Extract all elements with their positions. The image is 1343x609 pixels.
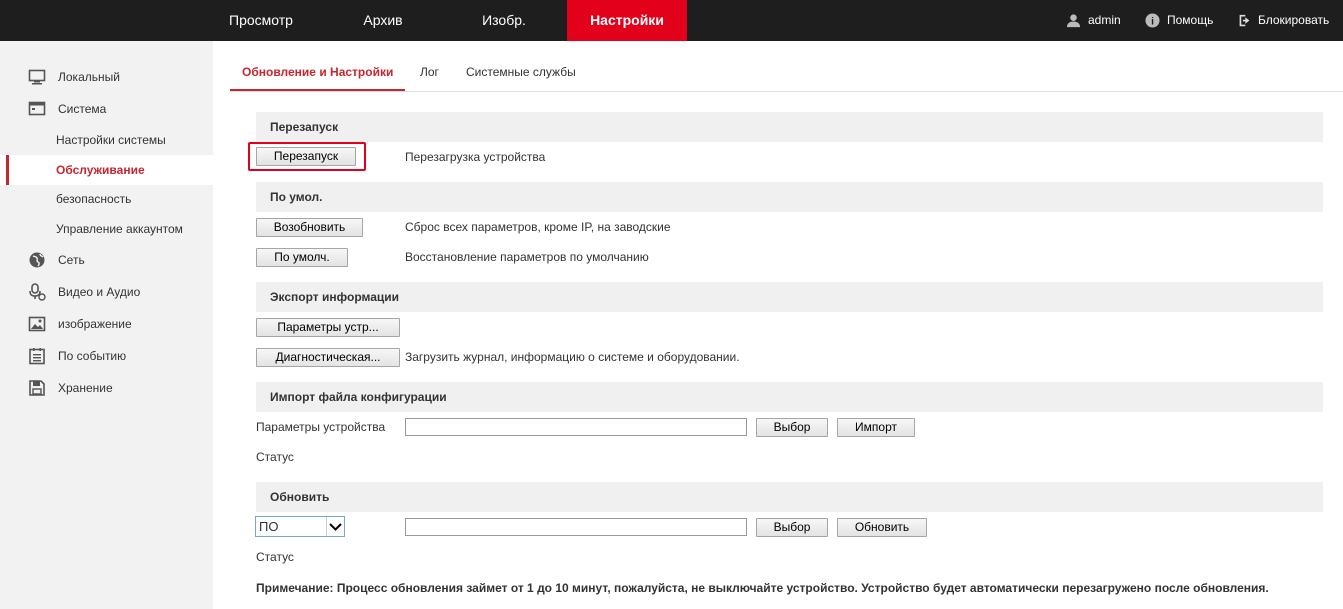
sidebar-item-label: Сеть (58, 253, 85, 267)
section-export-header: Экспорт информации (256, 282, 1323, 312)
sidebar-sub-system-settings[interactable]: Настройки системы (0, 126, 213, 154)
logout-link[interactable]: Блокировать (1238, 0, 1329, 41)
upgrade-note: Примечание: Процесс обновления займет от… (256, 581, 1269, 595)
section-reboot-header: Перезапуск (256, 112, 1323, 142)
sidebar-item-system[interactable]: Система (0, 95, 213, 123)
sidebar-sub-account-management[interactable]: Управление аккаунтом (0, 215, 213, 243)
section-title: Экспорт информации (270, 290, 400, 304)
diagnostic-info-button[interactable]: Диагностическая... (256, 348, 400, 367)
username: admin (1088, 13, 1121, 27)
default-button[interactable]: По умолч. (256, 248, 348, 267)
sidebar: Локальный Система Настройки системы Обсл… (0, 41, 213, 609)
sub-tabs: Обновление и Настройки Лог Системные слу… (230, 41, 1343, 92)
svg-text:i: i (1151, 16, 1154, 27)
sidebar-sub-security[interactable]: безопасность (0, 185, 213, 213)
export-device-params-button[interactable]: Параметры устр... (256, 318, 400, 337)
nav-live-view[interactable]: Просмотр (213, 0, 309, 41)
user-menu[interactable]: admin (1066, 0, 1121, 41)
sidebar-item-label: Локальный (58, 70, 120, 84)
sidebar-item-label: Видео и Аудио (58, 285, 141, 299)
nav-configuration[interactable]: Настройки (567, 0, 687, 41)
default-description: Восстановление параметров по умолчанию (405, 250, 649, 264)
globe-icon (29, 252, 45, 268)
sidebar-item-label: изображение (58, 317, 132, 331)
user-icon (1066, 14, 1081, 28)
monitor-icon (28, 69, 46, 85)
sidebar-sub-label: Настройки системы (56, 133, 166, 147)
section-title: Импорт файла конфигурации (270, 390, 447, 404)
sidebar-item-label: Система (58, 102, 107, 116)
storage-icon (29, 380, 45, 396)
sidebar-item-network[interactable]: Сеть (0, 246, 213, 274)
diagnostic-description: Загрузить журнал, информацию о системе и… (405, 350, 740, 364)
import-browse-button[interactable]: Выбор (756, 418, 828, 437)
sidebar-sub-label: Обслуживание (56, 163, 145, 177)
sidebar-item-image[interactable]: изображение (0, 310, 213, 338)
sidebar-sub-label: Управление аккаунтом (56, 222, 183, 236)
tab-upgrade-maintenance[interactable]: Обновление и Настройки (230, 41, 406, 91)
system-icon (28, 101, 46, 116)
event-icon (29, 348, 45, 365)
top-navigation-bar: Просмотр Архив Изобр. Настройки admin i … (0, 0, 1343, 41)
upgrade-browse-button[interactable]: Выбор (756, 518, 828, 537)
section-default-header: По умол. (256, 182, 1323, 212)
upgrade-file-path-input[interactable] (405, 518, 747, 536)
upgrade-status-label: Статус (256, 550, 294, 564)
restore-button[interactable]: Возобновить (256, 218, 363, 237)
sidebar-sub-maintenance[interactable]: Обслуживание (0, 155, 213, 185)
logout-icon (1239, 14, 1250, 27)
import-field-label: Параметры устройства (256, 420, 386, 434)
help-label: Помощь (1167, 13, 1214, 27)
image-icon (28, 316, 46, 332)
tab-log[interactable]: Лог (420, 41, 439, 90)
sidebar-item-local[interactable]: Локальный (0, 63, 213, 91)
section-title: По умол. (270, 190, 323, 204)
section-title: Обновить (270, 490, 330, 504)
section-upgrade-header: Обновить (256, 482, 1323, 512)
nav-playback[interactable]: Архив (335, 0, 431, 41)
logout-label: Блокировать (1258, 13, 1330, 27)
sidebar-item-storage[interactable]: Хранение (0, 374, 213, 402)
microphone-icon (29, 283, 46, 301)
sidebar-item-event[interactable]: По событию (0, 342, 213, 370)
sidebar-item-label: По событию (58, 349, 127, 363)
sidebar-item-label: Хранение (58, 381, 113, 395)
help-link[interactable]: i Помощь (1145, 0, 1213, 41)
restore-description: Сброс всех параметров, кроме IP, на заво… (405, 220, 671, 234)
nav-picture[interactable]: Изобр. (456, 0, 552, 41)
help-icon: i (1145, 13, 1160, 28)
sidebar-item-video-audio[interactable]: Видео и Аудио (0, 278, 213, 306)
reboot-button[interactable]: Перезапуск (256, 147, 356, 166)
upgrade-type-select[interactable]: ПО (255, 516, 345, 537)
upgrade-button[interactable]: Обновить (837, 518, 927, 537)
import-status-label: Статус (256, 450, 294, 464)
import-button[interactable]: Импорт (837, 418, 915, 437)
reboot-description: Перезагрузка устройства (405, 150, 546, 164)
sidebar-sub-label: безопасность (56, 192, 132, 206)
section-title: Перезапуск (270, 120, 339, 134)
chevron-down-icon (326, 517, 344, 536)
import-file-path-input[interactable] (405, 418, 747, 436)
section-import-header: Импорт файла конфигурации (256, 382, 1323, 412)
tab-system-service[interactable]: Системные службы (466, 41, 576, 90)
upgrade-type-value: ПО (259, 519, 279, 534)
